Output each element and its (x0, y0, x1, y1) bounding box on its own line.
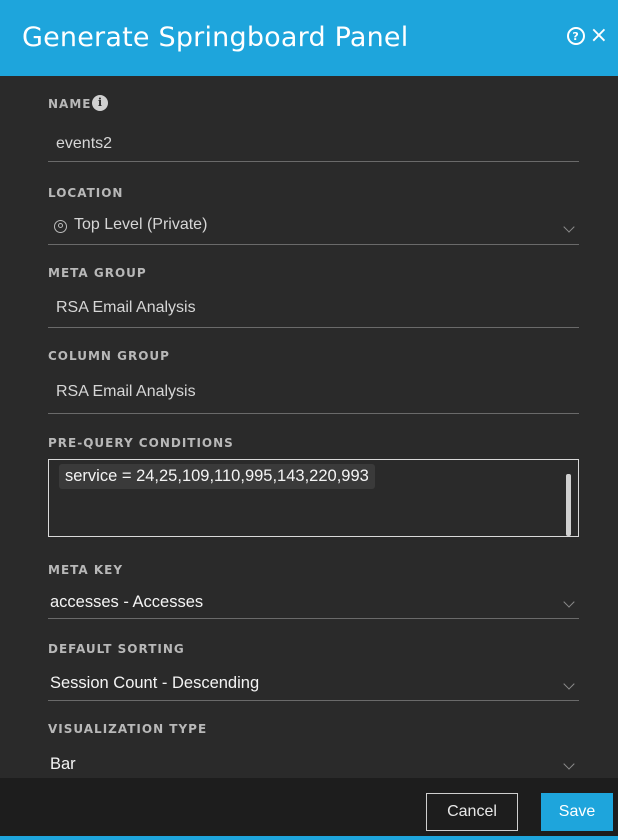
location-underline (48, 244, 579, 245)
column-group-label: COLUMN GROUP (48, 349, 170, 363)
chevron-down-icon[interactable] (563, 221, 575, 233)
meta-group-value[interactable]: RSA Email Analysis (56, 299, 196, 317)
dialog-header: Generate Springboard Panel ? × (0, 0, 618, 76)
meta-key-underline (48, 618, 579, 619)
meta-key-label: META KEY (48, 563, 124, 577)
column-group-underline (48, 413, 579, 414)
bottom-accent-bar (0, 836, 618, 840)
name-input[interactable]: events2 (56, 135, 112, 153)
chevron-down-icon[interactable] (563, 758, 575, 770)
springboard-panel-dialog: Generate Springboard Panel ? × NAME i ev… (0, 0, 618, 840)
dialog-body: NAME i events2 LOCATION Top Level (Priva… (0, 76, 618, 778)
meta-key-select[interactable]: accesses - Accesses (50, 593, 203, 612)
name-label: NAME (48, 97, 92, 111)
user-location-icon (54, 220, 67, 233)
dialog-title: Generate Springboard Panel (22, 22, 409, 53)
pre-query-condition-chip[interactable]: service = 24,25,109,110,995,143,220,993 (59, 464, 375, 489)
location-label: LOCATION (48, 186, 124, 200)
name-underline (48, 161, 579, 162)
chevron-down-icon[interactable] (563, 596, 575, 608)
dialog-footer: Cancel Save (0, 778, 618, 840)
default-sorting-underline (48, 700, 579, 701)
visualization-type-select[interactable]: Bar (50, 755, 76, 774)
help-icon[interactable]: ? (566, 27, 585, 45)
meta-group-label: META GROUP (48, 266, 147, 280)
default-sorting-select[interactable]: Session Count - Descending (50, 674, 259, 693)
cancel-button[interactable]: Cancel (426, 793, 518, 831)
visualization-type-label: VISUALIZATION TYPE (48, 722, 208, 736)
column-group-value[interactable]: RSA Email Analysis (56, 383, 196, 401)
save-button[interactable]: Save (541, 793, 613, 831)
meta-group-underline (48, 327, 579, 328)
pre-query-label: PRE-QUERY CONDITIONS (48, 436, 234, 450)
location-select[interactable]: Top Level (Private) (74, 216, 207, 234)
chevron-down-icon[interactable] (563, 678, 575, 690)
textarea-scrollbar[interactable] (566, 474, 571, 536)
header-icons: ? × (566, 25, 608, 47)
close-icon[interactable]: × (590, 25, 608, 47)
pre-query-textarea[interactable]: service = 24,25,109,110,995,143,220,993 (48, 459, 579, 537)
default-sorting-label: DEFAULT SORTING (48, 642, 185, 656)
info-icon[interactable]: i (92, 95, 108, 111)
